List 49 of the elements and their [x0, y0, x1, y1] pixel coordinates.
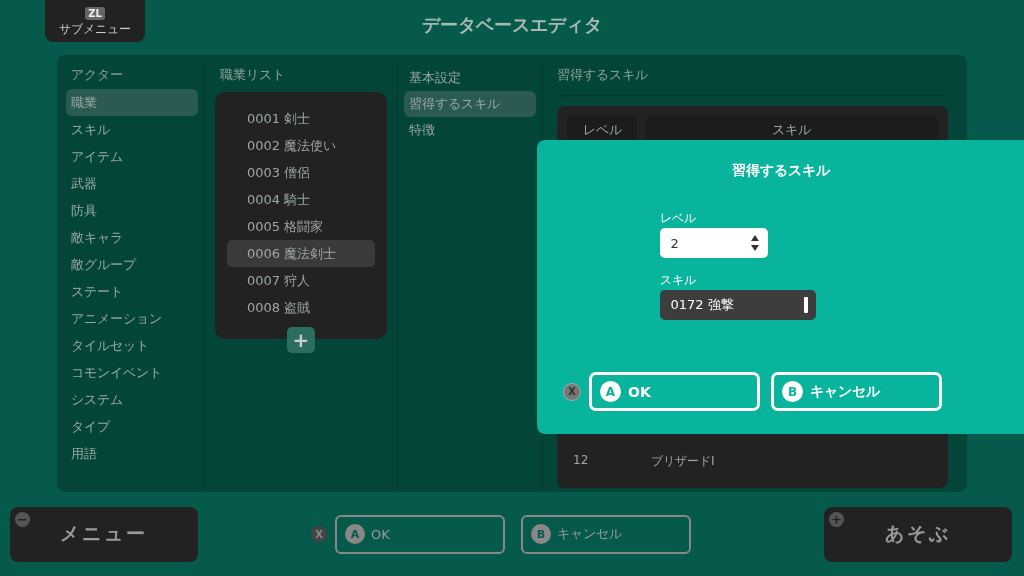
job-item[interactable]: 0003 僧侶 [227, 159, 375, 186]
category-item[interactable]: ステート [66, 278, 198, 305]
ok-button[interactable]: A OK [589, 372, 760, 411]
category-item[interactable]: アニメーション [66, 305, 198, 332]
category-item[interactable]: スキル [66, 116, 198, 143]
x-key-icon: X [311, 526, 327, 542]
add-button[interactable]: + [287, 327, 315, 353]
zl-key-icon: ZL [85, 6, 105, 20]
job-item[interactable]: 0001 剣士 [227, 105, 375, 132]
category-item[interactable]: 敵グループ [66, 251, 198, 278]
level-field[interactable]: 2 [659, 228, 768, 258]
level-label: レベル [659, 210, 697, 227]
table-cell: ブリザードⅠ [651, 453, 715, 470]
window-title: データベースエディタ [422, 13, 602, 37]
submenu-button[interactable]: ZL サブメニュー [45, 0, 145, 42]
x-key-icon: X [563, 382, 581, 401]
skill-field[interactable]: 0172 強撃 [659, 290, 816, 320]
category-item[interactable]: 用語 [66, 440, 198, 467]
category-item[interactable]: アイテム [66, 143, 198, 170]
category-item[interactable]: 職業 [66, 89, 198, 116]
job-item[interactable]: 0008 盗賊 [227, 294, 375, 321]
job-item[interactable]: 0005 格闘家 [227, 213, 375, 240]
category-item[interactable]: 敵キャラ [66, 224, 198, 251]
settings-item[interactable]: 基本設定 [404, 65, 536, 91]
cancel-button[interactable]: B キャンセル [521, 514, 691, 554]
job-item[interactable]: 0006 魔法剣士 [227, 240, 375, 267]
category-item[interactable]: 防具 [66, 197, 198, 224]
category-item[interactable]: タイルセット [66, 332, 198, 359]
play-button[interactable]: + あそぶ [824, 506, 1012, 562]
skills-heading: 習得するスキル [557, 66, 649, 84]
job-item[interactable]: 0004 騎士 [227, 186, 375, 213]
ok-button[interactable]: A OK [335, 514, 505, 554]
menu-button[interactable]: − メニュー [10, 506, 198, 562]
settings-item[interactable]: 習得するスキル [404, 91, 536, 117]
job-list-heading: 職業リスト [219, 66, 286, 84]
category-item[interactable]: システム [66, 386, 198, 413]
spinner-arrows-icon[interactable] [749, 234, 760, 252]
skill-label: スキル [659, 272, 697, 289]
job-item[interactable]: 0007 狩人 [227, 267, 375, 294]
submenu-label: サブメニュー [59, 21, 131, 36]
category-item[interactable]: コモンイベント [66, 359, 198, 386]
category-item[interactable]: 武器 [66, 170, 198, 197]
category-item[interactable]: タイプ [66, 413, 198, 440]
settings-item[interactable]: 特徴 [404, 117, 536, 143]
table-cell-text: 12 [572, 453, 590, 469]
cancel-button[interactable]: B キャンセル [771, 372, 942, 411]
job-item[interactable]: 0002 魔法使い [227, 132, 375, 159]
category-heading: アクター [70, 66, 124, 84]
dialog-title: 習得するスキル [731, 162, 830, 180]
